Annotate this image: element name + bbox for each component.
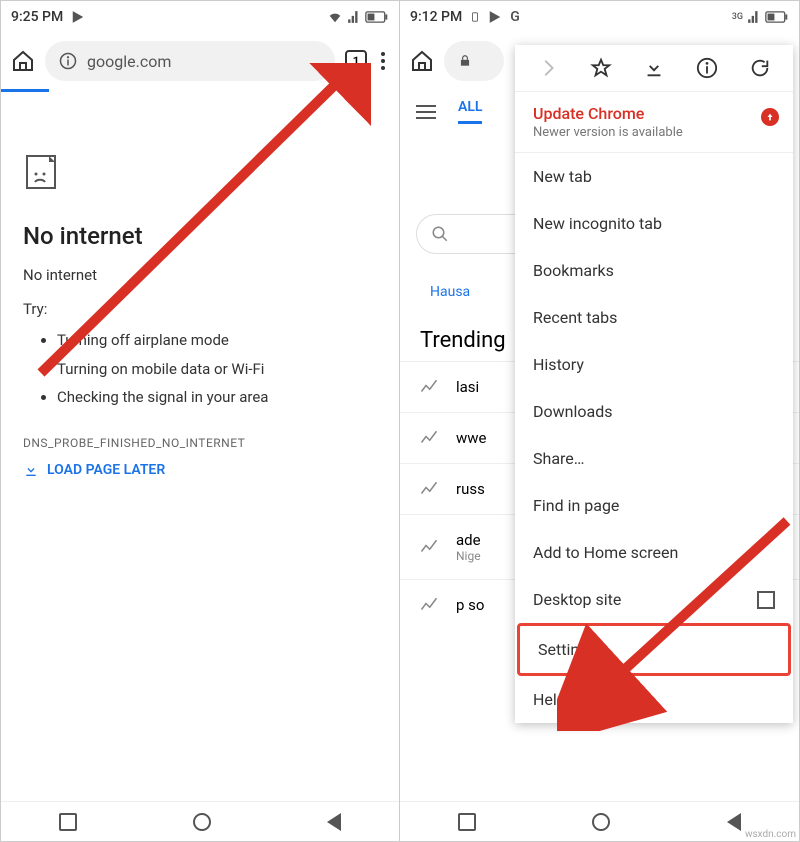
menu-desktop-site[interactable]: Desktop site — [515, 576, 793, 623]
recents-button[interactable] — [59, 813, 77, 831]
menu-add-home-screen[interactable]: Add to Home screen — [515, 529, 793, 576]
home-icon[interactable] — [11, 49, 35, 73]
error-page: No internet No internet Try: Turning off… — [1, 92, 399, 801]
play-store-icon — [71, 10, 85, 24]
download-icon — [23, 462, 39, 478]
battery-icon — [365, 11, 389, 23]
menu-recent-tabs[interactable]: Recent tabs — [515, 294, 793, 341]
overflow-menu-icon[interactable] — [377, 48, 389, 74]
phone-left: 9:25 PM google.com 1 No internet — [1, 1, 400, 841]
home-button[interactable] — [193, 813, 211, 831]
menu-top-row — [515, 45, 793, 92]
status-bar: 9:12 PM G 3G — [400, 1, 799, 33]
menu-new-tab[interactable]: New tab — [515, 153, 793, 200]
play-store-icon — [488, 10, 502, 24]
back-button[interactable] — [327, 813, 341, 831]
info-icon[interactable] — [696, 57, 718, 79]
status-time: 9:12 PM — [410, 9, 462, 25]
error-heading: No internet — [23, 222, 377, 250]
update-badge-icon — [761, 108, 779, 126]
menu-downloads[interactable]: Downloads — [515, 388, 793, 435]
url-text: google.com — [87, 52, 171, 71]
offline-page-icon — [23, 152, 63, 192]
tip-item: Checking the signal in your area — [57, 383, 377, 412]
watermark: wsxdn.com — [745, 829, 796, 840]
sim-icon — [470, 10, 480, 24]
menu-settings[interactable]: Settings — [517, 623, 791, 676]
menu-history[interactable]: History — [515, 341, 793, 388]
home-icon[interactable] — [410, 49, 434, 73]
omnibox[interactable] — [444, 41, 504, 81]
status-bar: 9:25 PM — [1, 1, 399, 33]
signal-icon — [347, 10, 361, 24]
error-subtext: No internet — [23, 266, 377, 284]
tip-item: Turning off airplane mode — [57, 326, 377, 355]
hamburger-icon[interactable] — [416, 105, 436, 119]
menu-update-chrome[interactable]: Update Chrome Newer version is available — [515, 92, 793, 153]
omnibox[interactable]: google.com — [45, 41, 335, 81]
lang-link[interactable]: Hausa — [430, 284, 470, 300]
forward-icon[interactable] — [537, 57, 559, 79]
menu-find-in-page[interactable]: Find in page — [515, 482, 793, 529]
phone-right: 9:12 PM G 3G ALL Hausa — [400, 1, 799, 841]
android-nav-bar — [400, 801, 799, 841]
checkbox-icon[interactable] — [757, 591, 775, 609]
overflow-menu: Update Chrome Newer version is available… — [515, 45, 793, 723]
back-button[interactable] — [727, 813, 741, 831]
reload-icon[interactable] — [749, 57, 771, 79]
download-icon[interactable] — [643, 57, 665, 79]
tab-all[interactable]: ALL — [458, 99, 482, 124]
error-code: DNS_PROBE_FINISHED_NO_INTERNET — [23, 436, 377, 450]
recents-button[interactable] — [458, 813, 476, 831]
trending-icon — [420, 378, 438, 396]
google-icon: G — [510, 9, 520, 25]
menu-help-feedback[interactable]: Help & feedback — [515, 676, 793, 723]
trending-icon — [420, 596, 438, 614]
try-label: Try: — [23, 300, 377, 318]
trending-icon — [420, 480, 438, 498]
tip-item: Turning on mobile data or Wi-Fi — [57, 355, 377, 384]
star-icon[interactable] — [590, 57, 612, 79]
lock-icon — [458, 54, 472, 68]
status-time: 9:25 PM — [11, 9, 63, 25]
home-button[interactable] — [592, 813, 610, 831]
search-icon — [431, 225, 449, 243]
info-icon — [59, 52, 77, 70]
network-type: 3G — [732, 12, 743, 22]
wifi-icon — [327, 10, 343, 24]
tips-list: Turning off airplane mode Turning on mob… — [23, 326, 377, 412]
android-nav-bar — [1, 801, 399, 841]
menu-incognito[interactable]: New incognito tab — [515, 200, 793, 247]
menu-bookmarks[interactable]: Bookmarks — [515, 247, 793, 294]
battery-icon — [765, 11, 789, 23]
trending-icon — [420, 429, 438, 447]
signal-icon — [747, 10, 761, 24]
load-page-later-button[interactable]: LOAD PAGE LATER — [23, 462, 377, 478]
tab-switcher[interactable]: 1 — [345, 50, 367, 72]
trending-icon — [420, 538, 438, 556]
chrome-toolbar: google.com 1 — [1, 33, 399, 89]
menu-share[interactable]: Share… — [515, 435, 793, 482]
